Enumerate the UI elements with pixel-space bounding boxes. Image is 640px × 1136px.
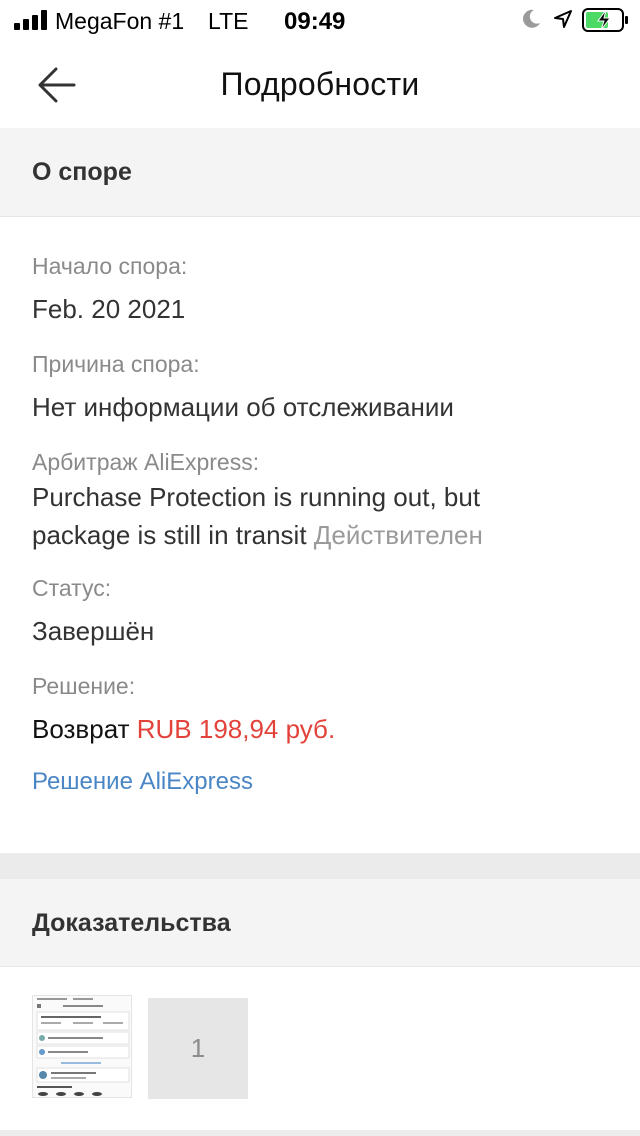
status-value: Завершён [32,616,155,646]
arbitration-line-1: Purchase Protection is running out, but [32,482,481,512]
page-title: Подробности [220,66,420,102]
battery-icon [582,8,628,32]
decision-link-row: Решение AliExpress [32,768,620,796]
status-time: 09:49 [284,8,346,35]
dispute-start: Начало спора: Feb. 20 2021 [32,253,620,328]
bottom-divider [0,1130,640,1136]
signal-icon [14,10,47,30]
section-title-evidence: Доказательства [32,909,231,937]
section-title-dispute: О споре [32,158,132,186]
arbitration-line-2: package is still in transit [32,520,307,550]
moon-icon [523,9,540,28]
dispute-section-header: О споре [0,128,640,217]
refund-amount: RUB 198,94 руб. [136,714,336,744]
carrier-name: MegaFon #1 [55,8,185,34]
arbitration-value: Purchase Protection is running out, but … [32,478,620,554]
dispute-decision: Решение: Возврат RUB 198,94 руб. [32,673,620,748]
evidence-section-header: Доказательства [0,879,640,967]
status-bar: MegaFon #1 LTE 09:49 [0,0,640,42]
start-label: Начало спора: [32,253,188,279]
arbitration-state: Действителен [313,520,483,550]
arbitration: Арбитраж AliExpress: Purchase Protection… [32,449,620,554]
arbitration-label: Арбитраж AliExpress: [32,449,260,475]
dispute-status: Статус: Завершён [32,575,620,650]
location-arrow-icon [554,10,572,28]
start-value: Feb. 20 2021 [32,294,186,324]
reason-label: Причина спора: [32,351,200,377]
dispute-reason: Причина спора: Нет информации об отслежи… [32,351,620,426]
reason-value: Нет информации об отслеживании [32,392,454,422]
aliexpress-decision-link[interactable]: Решение AliExpress [32,768,253,795]
evidence-count-tile[interactable]: 1 [148,998,248,1099]
evidence-thumbnail[interactable] [32,995,132,1098]
status-label: Статус: [32,575,112,601]
decision-value: Возврат RUB 198,94 руб. [32,710,620,748]
network-type: LTE [208,8,249,34]
decision-type: Возврат [32,714,130,744]
decision-label: Решение: [32,673,136,699]
section-divider [0,853,640,879]
evidence-screenshot-image [33,996,131,1097]
nav-bar: Подробности [0,42,640,128]
